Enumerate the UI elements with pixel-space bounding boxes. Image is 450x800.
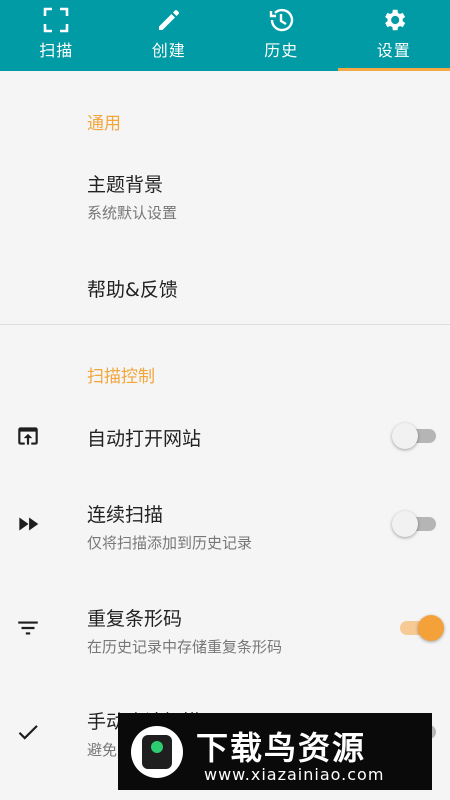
top-tab-bar: 扫描 创建 历史 设置: [0, 0, 450, 71]
section-title-general: 通用: [87, 114, 121, 134]
history-icon: [267, 6, 295, 34]
continuous-scan-toggle[interactable]: [392, 511, 438, 537]
gear-icon: [380, 6, 408, 34]
fast-forward-icon: [14, 510, 42, 538]
watermark-banner: 下载鸟资源 www.xiazainiao.com: [118, 713, 432, 790]
scan-frame-icon: [42, 6, 70, 34]
tab-scan-label: 扫描: [39, 41, 74, 60]
tab-create[interactable]: 创建: [113, 0, 226, 71]
setting-theme-title: 主题背景: [87, 174, 164, 196]
duplicate-barcodes-toggle[interactable]: [392, 615, 444, 641]
tab-settings[interactable]: 设置: [337, 0, 450, 71]
check-icon: [14, 718, 42, 746]
toggle-thumb: [392, 511, 418, 537]
auto-open-website-toggle[interactable]: [392, 423, 438, 449]
tab-scan[interactable]: 扫描: [0, 0, 113, 71]
toggle-thumb: [418, 615, 444, 641]
setting-continuous-scan-subtitle: 仅将扫描添加到历史记录: [87, 534, 253, 552]
setting-theme-subtitle: 系统默认设置: [87, 204, 178, 222]
filter-lines-icon: [14, 614, 42, 642]
section-title-scan-control: 扫描控制: [87, 367, 155, 387]
toggle-thumb: [392, 423, 418, 449]
pencil-icon: [155, 6, 183, 34]
setting-duplicate-barcodes-subtitle: 在历史记录中存储重复条形码: [87, 638, 283, 656]
setting-help-title: 帮助&反馈: [87, 279, 178, 301]
watermark-logo-icon: [131, 726, 183, 778]
tab-history-label: 历史: [264, 41, 299, 60]
tab-create-label: 创建: [151, 41, 186, 60]
setting-continuous-scan-title: 连续扫描: [87, 504, 164, 526]
setting-auto-open-title: 自动打开网站: [87, 428, 202, 450]
open-in-browser-icon: [14, 422, 42, 450]
section-divider: [0, 324, 450, 325]
watermark-name: 下载鸟资源: [196, 729, 367, 767]
setting-duplicate-barcodes-title: 重复条形码: [87, 608, 183, 630]
watermark-url: www.xiazainiao.com: [204, 765, 385, 784]
setting-manual-confirm-subtitle: 避免: [87, 741, 118, 759]
tab-history[interactable]: 历史: [225, 0, 338, 71]
tab-settings-label: 设置: [376, 41, 411, 60]
